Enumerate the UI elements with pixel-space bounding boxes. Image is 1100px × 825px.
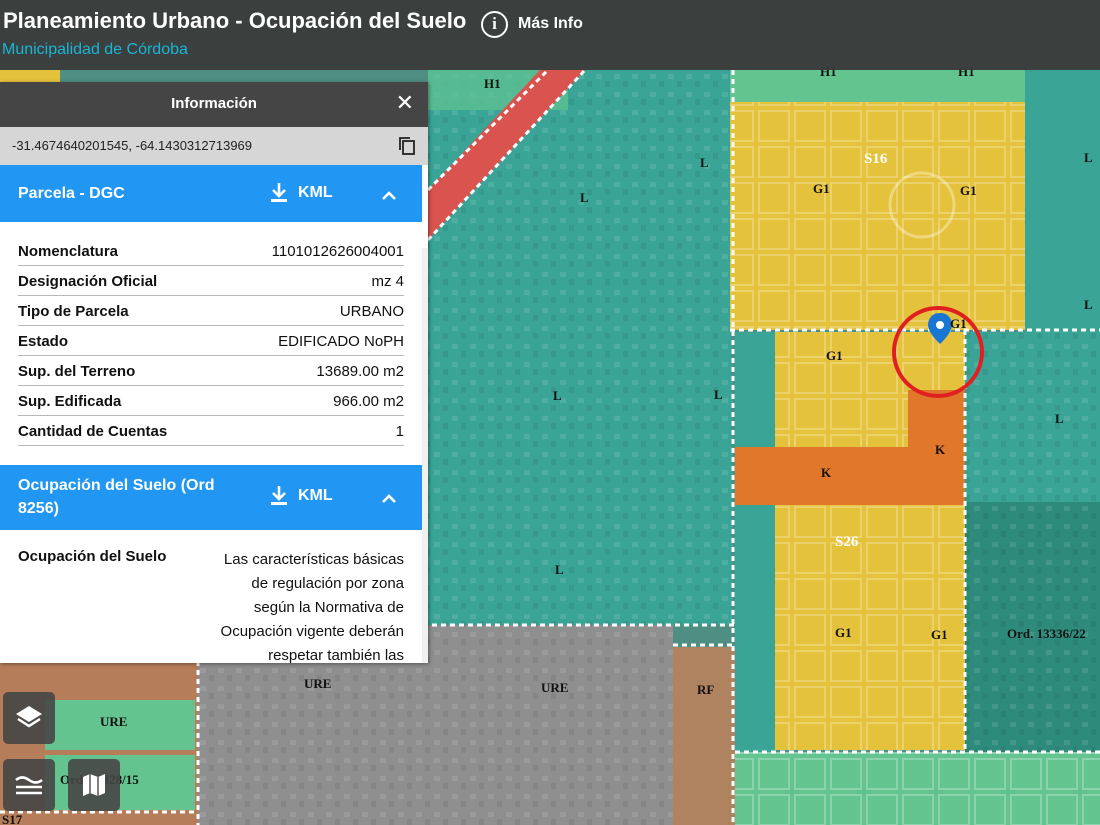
zone-label: Ord. 13336/22 bbox=[1007, 626, 1086, 641]
zone-label: URE bbox=[541, 680, 568, 695]
kml-label: KML bbox=[298, 184, 333, 201]
close-icon[interactable]: ✕ bbox=[396, 92, 414, 114]
zone-label: G1 bbox=[950, 316, 967, 331]
download-icon bbox=[271, 183, 287, 202]
zone-label: L bbox=[1084, 150, 1093, 165]
download-kml-button[interactable]: KML bbox=[270, 485, 333, 507]
attr-row: Designación Oficial mz 4 bbox=[18, 267, 404, 296]
layers-button[interactable] bbox=[3, 692, 55, 744]
info-panel-title: Información bbox=[171, 95, 257, 112]
zone-label: S17 bbox=[2, 812, 23, 825]
zone-label: RF bbox=[697, 682, 714, 697]
attr-value: 1101012626004001 bbox=[271, 242, 404, 260]
info-circle-icon: i bbox=[481, 10, 508, 38]
more-info-label: Más Info bbox=[518, 15, 583, 32]
zone-label: H1 bbox=[484, 76, 501, 91]
attr-row: Sup. del Terreno 13689.00 m2 bbox=[18, 357, 404, 386]
download-icon bbox=[271, 486, 287, 505]
zone-label: L bbox=[553, 388, 562, 403]
attr-key: Sup. Edificada bbox=[18, 392, 122, 410]
legend-button[interactable] bbox=[3, 759, 55, 811]
chevron-up-icon[interactable] bbox=[381, 187, 397, 205]
attr-row: Tipo de Parcela URBANO bbox=[18, 297, 404, 326]
download-kml-button[interactable]: KML bbox=[270, 182, 333, 204]
attr-key: Designación Oficial bbox=[18, 272, 158, 290]
section-title: Ocupación del Suelo (Ord 8256) bbox=[18, 477, 215, 517]
zone-label: L bbox=[555, 562, 564, 577]
zone-label: G1 bbox=[813, 181, 830, 196]
ocupacion-body: Ocupación del Suelo Las características … bbox=[0, 530, 422, 663]
attr-value: URBANO bbox=[339, 302, 404, 320]
zone-label: URE bbox=[304, 676, 331, 691]
section-title: Parcela - DGC bbox=[18, 185, 125, 202]
panel-scrollbar[interactable] bbox=[422, 248, 428, 663]
attr-key: Tipo de Parcela bbox=[18, 302, 129, 320]
attr-value: EDIFICADO NoPH bbox=[278, 332, 404, 350]
attr-key: Cantidad de Cuentas bbox=[18, 422, 168, 440]
attr-key: Ocupación del Suelo bbox=[18, 548, 167, 565]
app-title: Planeamiento Urbano - Ocupación del Suel… bbox=[3, 8, 467, 33]
section-header-ocupacion[interactable]: Ocupación del Suelo (Ord 8256) KML bbox=[0, 465, 422, 530]
zone-label: URE bbox=[100, 714, 127, 729]
zone-label: L bbox=[714, 387, 723, 402]
copy-icon[interactable] bbox=[398, 136, 416, 161]
coordinates-text: -31.4674640201545, -64.1430312713969 bbox=[12, 138, 253, 153]
attr-row: Estado EDIFICADO NoPH bbox=[18, 327, 404, 356]
parcel-attributes: Nomenclatura 1101012626004001 Designació… bbox=[0, 222, 422, 446]
attr-row: Nomenclatura 1101012626004001 bbox=[18, 237, 404, 266]
info-panel: Información ✕ -31.4674640201545, -64.143… bbox=[0, 82, 428, 663]
zone-label: L bbox=[580, 190, 589, 205]
section-header-parcela[interactable]: Parcela - DGC KML bbox=[0, 165, 422, 222]
zone-h1-top bbox=[730, 70, 1025, 102]
zone-label: L bbox=[1084, 297, 1093, 312]
attr-row: Cantidad de Cuentas 1 bbox=[18, 417, 404, 446]
zone-label: G1 bbox=[835, 625, 852, 640]
attr-value: 966.00 m2 bbox=[333, 392, 404, 410]
attr-value: 1 bbox=[395, 422, 404, 440]
attr-row: Sup. Edificada 966.00 m2 bbox=[18, 387, 404, 416]
zone-l-east bbox=[1025, 70, 1100, 332]
info-panel-header: Información ✕ bbox=[0, 82, 428, 127]
zone-rf bbox=[673, 647, 735, 825]
attr-key: Nomenclatura bbox=[18, 242, 119, 260]
zone-label: K bbox=[821, 465, 832, 480]
coordinates-bar: -31.4674640201545, -64.1430312713969 bbox=[0, 127, 428, 165]
attr-key: Estado bbox=[18, 332, 69, 350]
zone-label: G1 bbox=[826, 348, 843, 363]
kml-label: KML bbox=[298, 487, 333, 504]
attr-value: 13689.00 m2 bbox=[316, 362, 404, 380]
chevron-up-icon[interactable] bbox=[381, 490, 397, 508]
app-subtitle: Municipalidad de Córdoba bbox=[2, 41, 188, 58]
zone-label: G1 bbox=[931, 627, 948, 642]
more-info-button[interactable]: i Más Info bbox=[481, 9, 583, 39]
zone-label: L bbox=[1055, 411, 1064, 426]
attr-key: Sup. del Terreno bbox=[18, 362, 136, 380]
attr-value: Las características básicas de regulació… bbox=[220, 551, 404, 663]
legend-icon bbox=[15, 776, 43, 795]
layers-icon bbox=[16, 706, 42, 728]
app-header: Planeamiento Urbano - Ocupación del Suel… bbox=[0, 0, 1100, 70]
zone-label: S26 bbox=[835, 534, 859, 550]
zone-label: K bbox=[935, 442, 946, 457]
basemap-button[interactable] bbox=[68, 759, 120, 811]
zone-label: S16 bbox=[864, 151, 888, 167]
zone-label: L bbox=[700, 155, 709, 170]
map-icon bbox=[83, 774, 105, 796]
attr-value: mz 4 bbox=[371, 272, 404, 290]
zone-label: G1 bbox=[960, 183, 977, 198]
